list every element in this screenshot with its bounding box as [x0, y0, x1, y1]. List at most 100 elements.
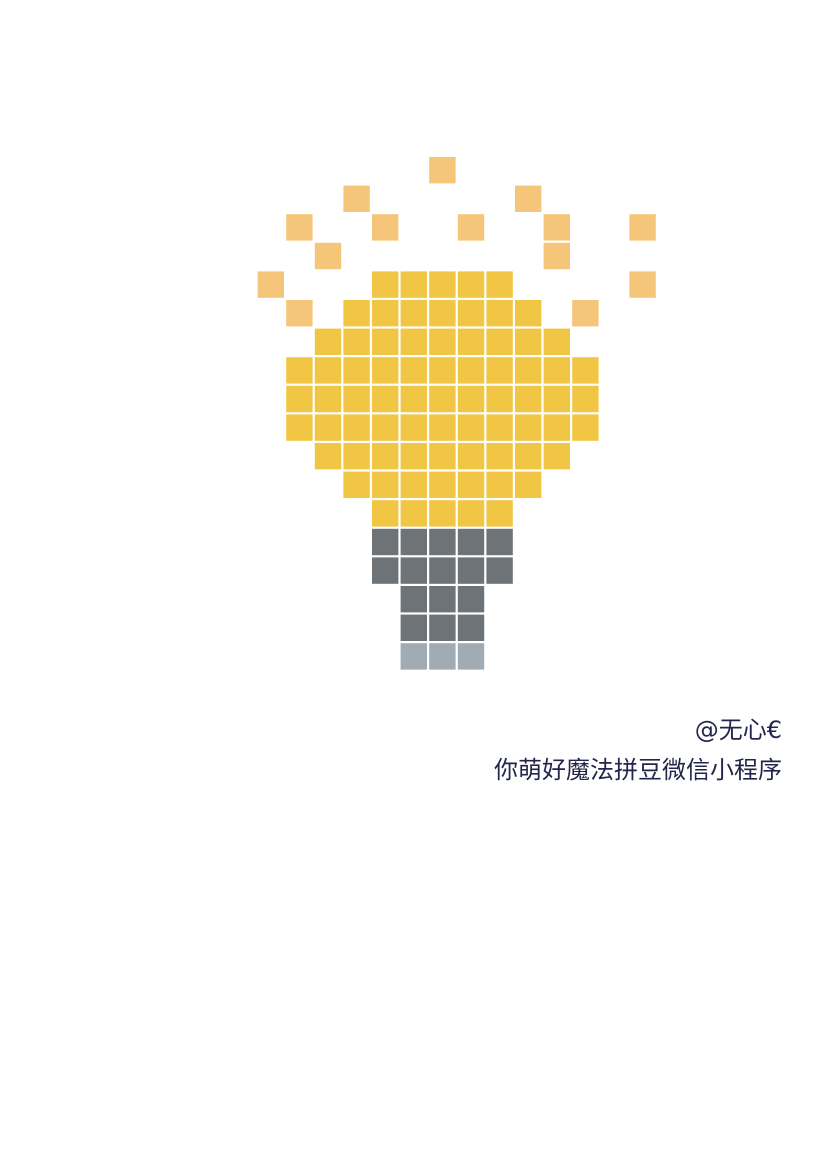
glass-pixel [429, 328, 456, 355]
glass-pixel [400, 443, 427, 470]
glass-pixel [400, 300, 427, 327]
glass-pixel [515, 385, 542, 413]
glass-pixel [457, 357, 485, 384]
ray-pixel [572, 300, 599, 327]
glass-pixel [314, 328, 342, 355]
glass-pixel [343, 328, 370, 355]
glass-pixel [400, 385, 427, 413]
tip-pixel [457, 643, 485, 670]
glass-pixel [457, 271, 485, 298]
glass-pixel [314, 385, 342, 413]
base-pixel [486, 528, 513, 556]
glass-pixel [486, 271, 513, 298]
glass-pixel [515, 328, 542, 355]
ray-pixel [429, 157, 456, 184]
glass-pixel [515, 357, 542, 384]
glass-pixel [429, 357, 456, 384]
glass-pixel [372, 471, 399, 498]
glass-pixel [572, 385, 599, 413]
glass-pixel [400, 471, 427, 498]
glass-pixel [457, 500, 485, 527]
glass-pixel [372, 443, 399, 470]
glass-pixel [457, 300, 485, 327]
glass-pixel [515, 471, 542, 498]
base-pixel [429, 528, 456, 556]
base-pixel [372, 528, 399, 556]
glass-pixel [372, 357, 399, 384]
glass-pixel [429, 271, 456, 298]
tip-pixel [429, 643, 456, 670]
glass-pixel [457, 443, 485, 470]
glass-pixel [372, 414, 399, 441]
ray-pixel [543, 242, 570, 270]
base-pixel [400, 614, 427, 641]
glass-pixel [400, 414, 427, 441]
ray-pixel [257, 271, 284, 298]
glass-pixel [343, 300, 370, 327]
ray-pixel [372, 214, 399, 241]
glass-pixel [515, 414, 542, 441]
glass-pixel [429, 414, 456, 441]
ray-pixel [543, 214, 570, 241]
ray-pixel [629, 271, 656, 298]
base-pixel [400, 557, 427, 584]
glass-pixel [429, 300, 456, 327]
base-pixel [457, 528, 485, 556]
base-pixel [429, 586, 456, 613]
ray-pixel [343, 185, 370, 212]
glass-pixel [429, 385, 456, 413]
glass-pixel [572, 414, 599, 441]
glass-pixel [429, 500, 456, 527]
glass-pixel [343, 471, 370, 498]
glass-pixel [314, 357, 342, 384]
glass-pixel [457, 414, 485, 441]
glass-pixel [486, 471, 513, 498]
base-pixel [457, 557, 485, 584]
glass-pixel [543, 328, 570, 355]
glass-pixel [372, 500, 399, 527]
ray-pixel [286, 214, 313, 241]
ray-pixel [629, 214, 656, 241]
glass-pixel [343, 443, 370, 470]
glass-pixel [486, 328, 513, 355]
base-pixel [457, 586, 485, 613]
base-pixel [486, 557, 513, 584]
base-pixel [400, 586, 427, 613]
glass-pixel [372, 300, 399, 327]
glass-pixel [457, 471, 485, 498]
glass-pixel [286, 414, 313, 441]
glass-pixel [543, 443, 570, 470]
glass-pixel [372, 328, 399, 355]
glass-pixel [343, 385, 370, 413]
glass-pixel [543, 357, 570, 384]
glass-pixel [286, 357, 313, 384]
light-bulb-pixel-art [0, 0, 828, 1174]
app-tagline: 你萌好魔法拼豆微信小程序 [494, 756, 782, 784]
glass-pixel [572, 357, 599, 384]
glass-pixel [372, 385, 399, 413]
glass-pixel [543, 385, 570, 413]
glass-pixel [400, 357, 427, 384]
base-pixel [429, 557, 456, 584]
ray-pixel [515, 185, 542, 212]
glass-pixel [486, 385, 513, 413]
glass-pixel [314, 443, 342, 470]
tip-pixel [400, 643, 427, 670]
ray-pixel [314, 242, 342, 270]
glass-pixel [457, 385, 485, 413]
glass-pixel [486, 300, 513, 327]
glass-pixel [343, 357, 370, 384]
glass-pixel [515, 443, 542, 470]
glass-pixel [486, 500, 513, 527]
glass-pixel [486, 443, 513, 470]
glass-pixel [400, 328, 427, 355]
glass-pixel [286, 385, 313, 413]
glass-pixel [314, 414, 342, 441]
glass-pixel [515, 300, 542, 327]
glass-pixel [343, 414, 370, 441]
glass-pixel [486, 357, 513, 384]
base-pixel [400, 528, 427, 556]
base-pixel [429, 614, 456, 641]
base-pixel [372, 557, 399, 584]
glass-pixel [429, 443, 456, 470]
